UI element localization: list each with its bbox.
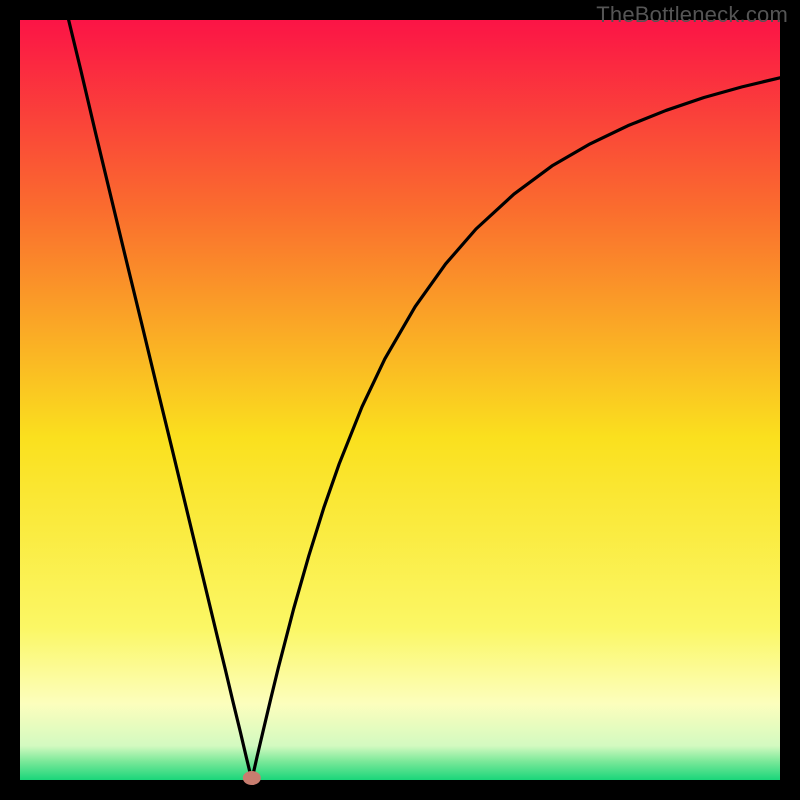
chart-plot-area (20, 20, 780, 780)
watermark-text: TheBottleneck.com (596, 2, 788, 28)
optimum-marker (243, 771, 261, 785)
bottleneck-chart: TheBottleneck.com (0, 0, 800, 800)
chart-svg (0, 0, 800, 800)
